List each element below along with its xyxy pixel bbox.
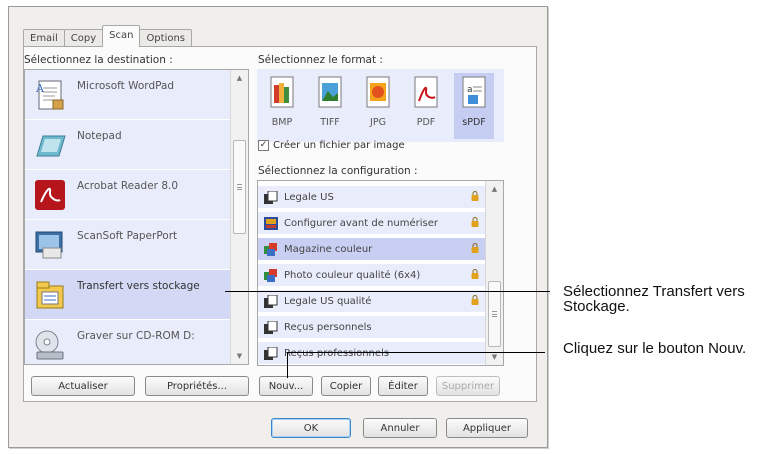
destination-item-acrobat[interactable]: Acrobat Reader 8.0	[25, 170, 231, 219]
new-button-callout-line	[287, 352, 545, 353]
scrollbar-thumb[interactable]	[233, 140, 246, 234]
destination-item-paperport[interactable]: ScanSoft PaperPort	[25, 220, 231, 269]
config-label: Photo couleur qualité (6x4)	[284, 269, 421, 281]
format-spdf[interactable]: a sPDF	[454, 73, 494, 139]
copy-config-button[interactable]: Copier	[321, 376, 371, 396]
bw-page-icon	[264, 294, 278, 308]
destination-label: Microsoft WordPad	[77, 80, 175, 92]
config-label: Reçus professionnels	[284, 347, 390, 359]
properties-button[interactable]: Propriétés...	[145, 376, 249, 396]
delete-config-button[interactable]: Supprimer	[436, 376, 500, 396]
config-label: Configurer avant de numériser	[284, 217, 438, 229]
format-heading: Sélectionnez le format :	[258, 54, 383, 66]
storage-transfer-icon	[33, 278, 67, 312]
destination-list[interactable]: A Microsoft WordPad Notepad Acrobat Read…	[24, 69, 249, 365]
new-button-callout-leader	[287, 352, 288, 378]
destination-item-notepad[interactable]: Notepad	[25, 120, 231, 169]
config-label: Legale US qualité	[284, 295, 372, 307]
destination-label: ScanSoft PaperPort	[77, 230, 178, 242]
new-config-button[interactable]: Nouv...	[259, 376, 313, 396]
destination-heading: Sélectionnez la destination :	[24, 54, 173, 66]
notepad-icon	[33, 128, 67, 162]
destination-label: Notepad	[77, 130, 122, 142]
config-label: Legale US	[284, 191, 334, 203]
paperport-icon	[33, 228, 67, 262]
lock-icon	[471, 217, 479, 227]
lock-icon	[471, 243, 479, 253]
destination-label: Graver sur CD-ROM D:	[77, 330, 195, 342]
bw-page-icon	[264, 320, 278, 334]
acrobat-icon	[33, 178, 67, 212]
format-label: BMP	[271, 117, 293, 128]
configuration-list[interactable]: Legale US Configurer avant de numériser …	[257, 180, 504, 366]
new-button-callout-text: Cliquez sur le bouton Nouv.	[563, 340, 747, 357]
pdf-file-icon	[410, 75, 442, 111]
configuration-heading: Sélectionnez la configuration :	[258, 165, 418, 177]
bw-page-icon	[264, 346, 278, 360]
refresh-button[interactable]: Actualiser	[31, 376, 135, 396]
format-pdf[interactable]: PDF	[406, 73, 446, 139]
destination-callout-text: Sélectionnez Transfert vers Stockage.	[563, 283, 745, 315]
tab-scan[interactable]: Scan	[102, 25, 141, 47]
destination-label: Acrobat Reader 8.0	[77, 180, 179, 192]
destination-item-cd-burner[interactable]: Graver sur CD-ROM D:	[25, 320, 231, 364]
config-label: Magazine couleur	[284, 243, 373, 255]
scroll-up-icon[interactable]: ▲	[231, 70, 248, 86]
svg-text:A: A	[35, 82, 45, 95]
format-jpg[interactable]: JPG	[358, 73, 398, 139]
svg-text:a: a	[467, 85, 473, 95]
apply-button[interactable]: Appliquer	[446, 418, 528, 438]
destination-item-transfer-storage[interactable]: Transfert vers stockage	[25, 270, 231, 319]
config-item-configure-before-scan[interactable]: Configurer avant de numériser	[258, 212, 487, 234]
wordpad-icon: A	[33, 78, 67, 112]
one-file-per-image-checkbox[interactable]: ✓	[258, 140, 269, 151]
config-item-legal-us-quality[interactable]: Legale US qualité	[258, 290, 487, 312]
tiff-file-icon	[314, 75, 346, 111]
spdf-file-icon: a	[458, 75, 490, 111]
lock-icon	[471, 191, 479, 201]
format-panel: BMP TIFF JPG PDF a sPDF	[257, 69, 504, 142]
configuration-scrollbar[interactable]: ▲ ▼	[485, 181, 503, 365]
cd-burner-icon	[33, 328, 67, 362]
format-label: PDF	[416, 117, 436, 128]
format-tiff[interactable]: TIFF	[310, 73, 350, 139]
edit-config-button[interactable]: Éditer	[378, 376, 428, 396]
lock-icon	[471, 269, 479, 279]
scroll-down-icon[interactable]: ▼	[231, 348, 248, 364]
tab-strip: Email Copy Scan Options	[23, 25, 193, 47]
destination-label: Transfert vers stockage	[77, 280, 200, 292]
bmp-file-icon	[266, 75, 298, 111]
bw-page-icon	[264, 190, 278, 204]
format-label: JPG	[370, 117, 386, 128]
lock-icon	[471, 295, 479, 305]
ok-button[interactable]: OK	[271, 418, 351, 438]
scroll-up-icon[interactable]: ▲	[486, 181, 503, 197]
tab-email[interactable]: Email	[23, 29, 65, 47]
config-label: Reçus personnels	[284, 321, 372, 333]
tab-options[interactable]: Options	[139, 29, 193, 47]
one-file-per-image-option[interactable]: ✓ Créer un fichier par image	[258, 140, 405, 151]
destination-scrollbar[interactable]: ▲ ▼	[230, 70, 248, 364]
cancel-button[interactable]: Annuler	[363, 418, 437, 438]
config-item-color-magazine[interactable]: Magazine couleur	[258, 238, 487, 260]
jpg-file-icon	[362, 75, 394, 111]
config-item-business-receipts[interactable]: Reçus professionnels	[258, 342, 487, 364]
color-page-icon	[264, 268, 278, 282]
destination-callout-line	[225, 291, 550, 292]
format-label: TIFF	[320, 117, 340, 128]
format-label: sPDF	[462, 117, 486, 128]
destination-item-wordpad[interactable]: A Microsoft WordPad	[25, 70, 231, 119]
configure-icon	[264, 216, 278, 230]
config-item-color-photo[interactable]: Photo couleur qualité (6x4)	[258, 264, 487, 286]
one-file-per-image-label: Créer un fichier par image	[273, 140, 405, 151]
config-item-legal-us[interactable]: Legale US	[258, 186, 487, 208]
format-bmp[interactable]: BMP	[262, 73, 302, 139]
color-page-icon	[264, 242, 278, 256]
tab-copy[interactable]: Copy	[63, 29, 104, 47]
config-item-personal-receipts[interactable]: Reçus personnels	[258, 316, 487, 338]
